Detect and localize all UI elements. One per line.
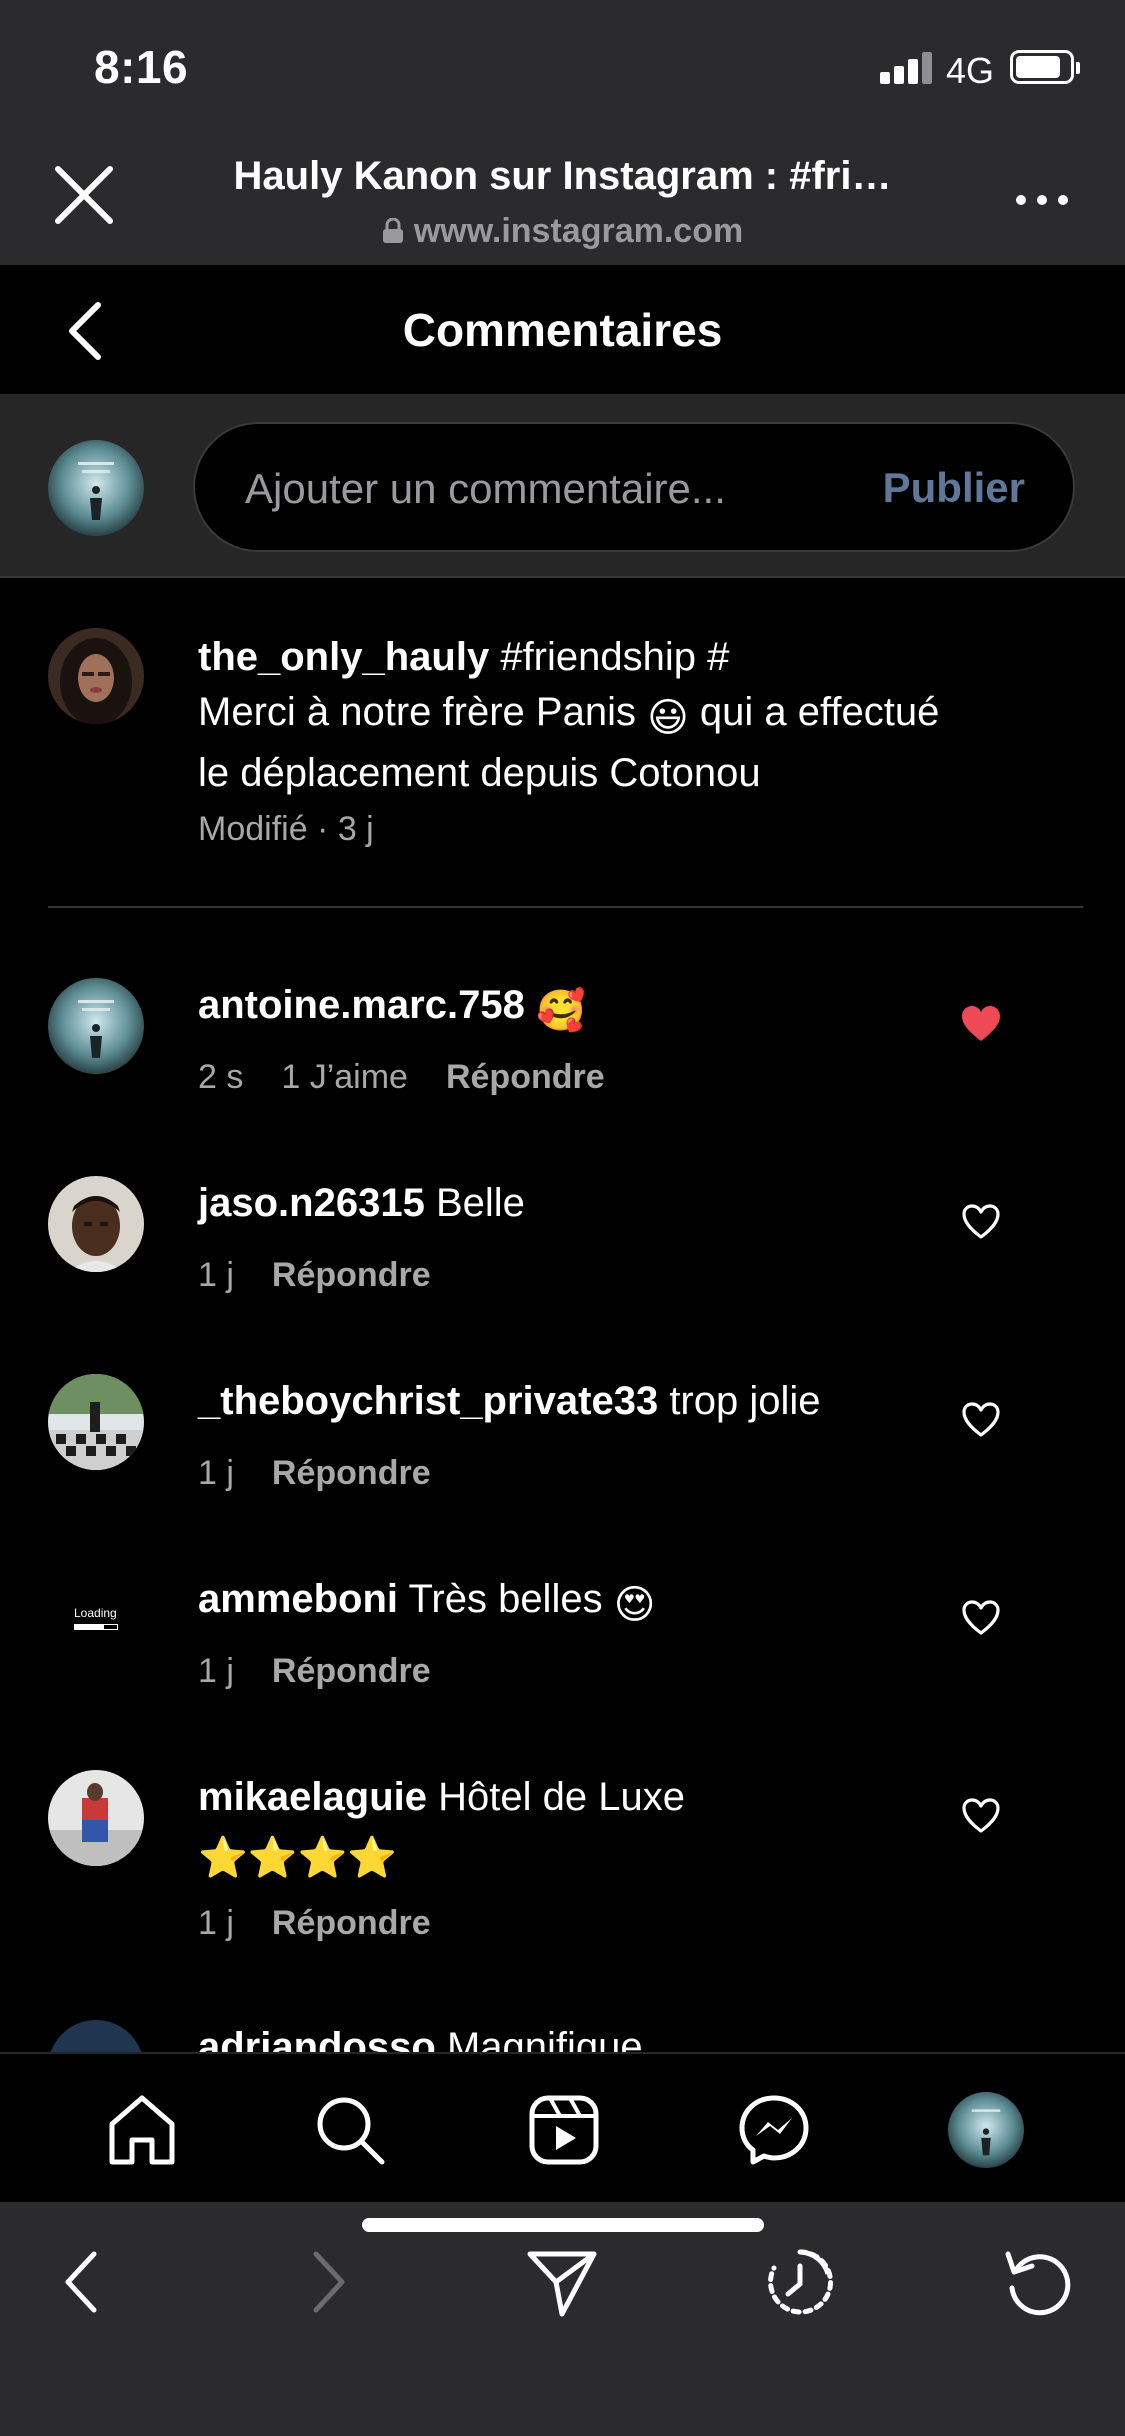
grinning-emoji: 😃 — [647, 696, 689, 740]
comment-meta: 1 j Répondre — [198, 1904, 431, 1943]
browser-header: Hauly Kanon sur Instagram : #fri… www.in… — [0, 130, 1125, 265]
commenter-avatar[interactable] — [48, 2020, 144, 2052]
browser-toolbar — [0, 2202, 1125, 2436]
commenter-avatar[interactable] — [48, 978, 144, 1074]
home-indicator[interactable] — [362, 2218, 764, 2232]
cellular-signal-icon — [880, 50, 934, 84]
caption-hashtags: #friendship # — [489, 635, 730, 679]
commenter-avatar[interactable] — [48, 1176, 144, 1272]
search-icon[interactable] — [312, 2092, 388, 2168]
share-icon[interactable] — [524, 2244, 600, 2320]
author-avatar[interactable] — [48, 628, 144, 724]
current-user-avatar — [48, 440, 144, 536]
comment-username[interactable]: jaso.n26315 — [198, 1181, 425, 1225]
lock-icon — [382, 218, 403, 243]
comment-meta: 1 j Répondre — [198, 1652, 431, 1691]
browser-url: www.instagram.com — [200, 212, 925, 251]
commenter-avatar[interactable]: Loading — [48, 1572, 144, 1668]
comment-text: mikaelaguie Hôtel de Luxe ⭐⭐⭐⭐ — [198, 1770, 958, 1886]
comment-input-container: Publier — [193, 422, 1075, 552]
url-text: www.instagram.com — [413, 212, 744, 250]
post-caption: the_only_hauly #friendship # Merci à not… — [0, 578, 1125, 908]
battery-icon — [1010, 50, 1080, 84]
caption-text: the_only_hauly #friendship # Merci à not… — [198, 630, 1058, 801]
smiling-hearts-emoji: 🥰 — [535, 989, 586, 1033]
comment-text: adriandosso Magnifique — [198, 2020, 958, 2052]
comment-time: 1 j — [198, 1256, 234, 1294]
comment-username[interactable]: _theboychrist_private33 — [198, 1379, 658, 1423]
comment-time: 1 j — [198, 1454, 234, 1492]
caption-meta: Modifié · 3 j — [198, 810, 374, 848]
page-title: Commentaires — [402, 304, 723, 356]
reply-button[interactable]: Répondre — [272, 1256, 431, 1294]
heart-eyes-emoji: 😍 — [613, 1583, 656, 1627]
comment-composer: Publier — [0, 396, 1125, 578]
comment-username[interactable]: mikaelaguie — [198, 1775, 427, 1819]
comment-text: _theboychrist_private33 trop jolie — [198, 1374, 958, 1429]
status-bar: 8:16 4G — [0, 0, 1125, 130]
comment-text: jaso.n26315 Belle — [198, 1176, 958, 1231]
caption-username[interactable]: the_only_hauly — [198, 635, 489, 679]
avatar-loading-label: Loading — [74, 1606, 117, 1620]
back-icon[interactable] — [48, 2244, 124, 2320]
comments-header: Commentaires — [0, 265, 1125, 396]
comment-input[interactable] — [245, 462, 845, 516]
home-icon[interactable] — [104, 2092, 180, 2168]
comment-time: 2 s — [198, 1058, 244, 1096]
instagram-tab-bar — [0, 2052, 1125, 2202]
comment-content: Magnifique — [435, 2025, 643, 2052]
more-options-icon[interactable] — [1010, 180, 1074, 220]
comment-content: Très belles — [398, 1577, 614, 1621]
comment-meta: 1 j Répondre — [198, 1454, 431, 1493]
divider — [48, 906, 1083, 908]
comment-username[interactable]: adriandosso — [198, 2025, 436, 2052]
comment-content: Belle — [424, 1181, 525, 1225]
comment-time: 1 j — [198, 1652, 234, 1690]
comment-username[interactable]: antoine.marc.758 — [198, 983, 525, 1027]
reels-icon[interactable] — [526, 2092, 602, 2168]
commenter-avatar[interactable] — [48, 1770, 144, 1866]
comment-text: antoine.marc.758 🥰 — [198, 978, 958, 1039]
commenter-avatar[interactable] — [48, 1374, 144, 1470]
publish-button[interactable]: Publier — [883, 464, 1025, 512]
messenger-icon[interactable] — [736, 2092, 812, 2168]
comment-username[interactable]: ammeboni — [198, 1577, 398, 1621]
comment-content: Hôtel de Luxe — [427, 1775, 685, 1819]
reply-button[interactable]: Répondre — [272, 1904, 431, 1942]
heart-outline-icon[interactable] — [960, 1202, 1002, 1242]
heart-outline-icon[interactable] — [960, 1598, 1002, 1638]
stars-emoji: ⭐⭐⭐⭐ — [198, 1836, 398, 1880]
history-icon[interactable] — [762, 2244, 838, 2320]
heart-outline-icon[interactable] — [960, 1796, 1002, 1836]
heart-filled-icon[interactable] — [960, 1004, 1002, 1044]
profile-avatar[interactable] — [948, 2092, 1024, 2168]
status-time: 8:16 — [94, 41, 189, 93]
reply-button[interactable]: Répondre — [272, 1454, 431, 1492]
comment-meta: 2 s 1 J’aime Répondre — [198, 1058, 605, 1097]
reply-button[interactable]: Répondre — [446, 1058, 605, 1096]
network-type: 4G — [946, 50, 995, 91]
comment-likes[interactable]: 1 J’aime — [281, 1058, 408, 1096]
forward-icon[interactable] — [286, 2244, 362, 2320]
caption-line: Merci à notre frère Panis — [198, 690, 648, 734]
heart-outline-icon[interactable] — [960, 1400, 1002, 1440]
loading-bar — [74, 1624, 118, 1630]
comment-item: adriandosso Magnifique — [0, 2020, 1125, 2052]
comment-content: trop jolie — [658, 1379, 821, 1423]
comment-text: ammeboni Très belles 😍 — [198, 1572, 958, 1633]
browser-page-title: Hauly Kanon sur Instagram : #fri… — [233, 154, 892, 198]
reply-button[interactable]: Répondre — [272, 1652, 431, 1690]
comment-meta: 1 j Répondre — [198, 1256, 431, 1295]
comment-time: 1 j — [198, 1904, 234, 1942]
caption-line: qui a effectué — [688, 690, 940, 734]
caption-line: le déplacement depuis Cotonou — [198, 751, 761, 795]
close-icon[interactable] — [44, 155, 124, 235]
reload-icon[interactable] — [1000, 2244, 1076, 2320]
